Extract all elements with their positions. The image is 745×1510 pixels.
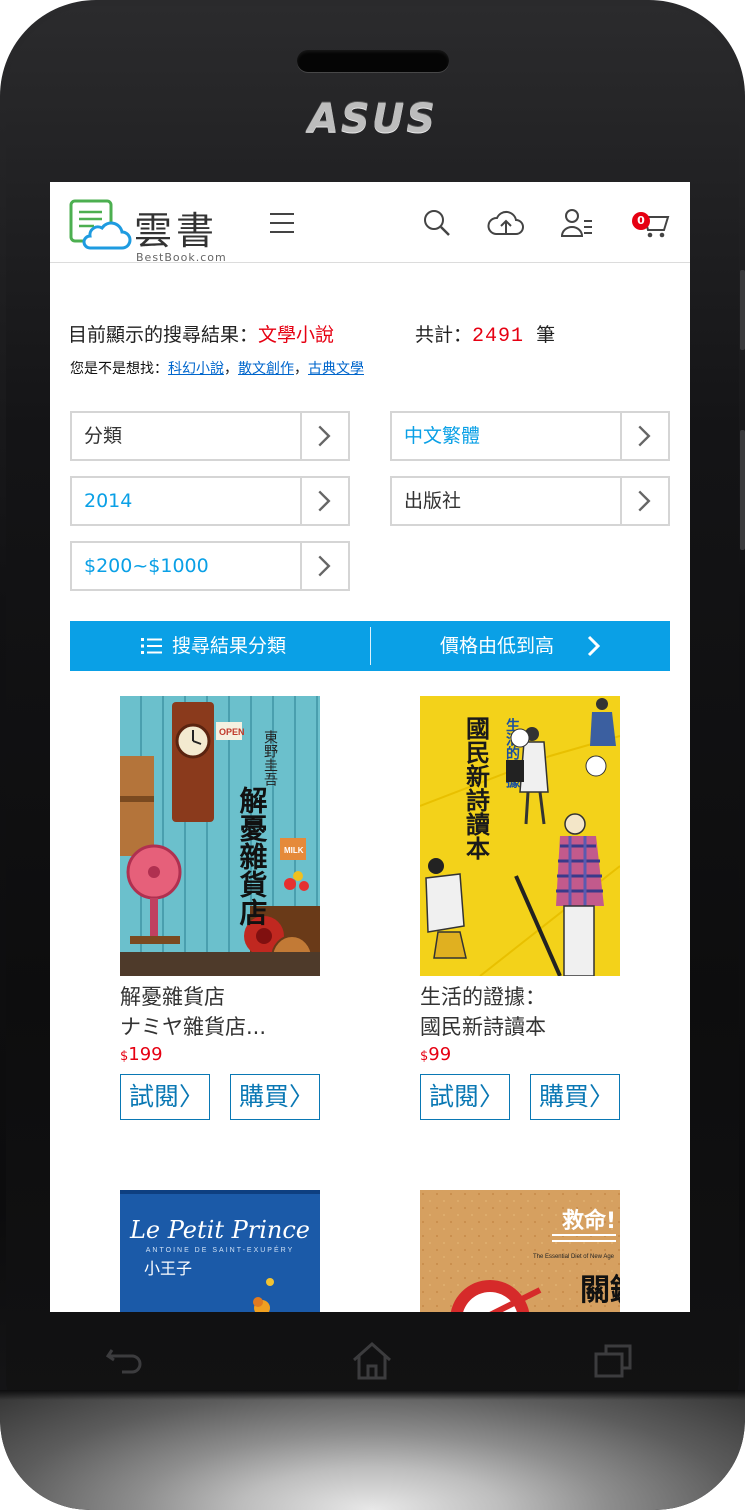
result-total-unit: 筆 (536, 324, 556, 346)
chevron-right-icon (300, 478, 331, 524)
book-title-line: ナミヤ雜貨店... (120, 1015, 267, 1039)
chevron-right-icon (620, 478, 651, 524)
filter-label: 出版社 (404, 490, 462, 512)
book-cover[interactable]: 救命! The Essential Diet of New Age 關鍵 (420, 1190, 620, 1312)
suggest-separator: ， (294, 361, 308, 377)
filter-label: $200~$1000 (84, 555, 209, 577)
did-you-mean: 您是不是想找：科幻小說，散文創作，古典文學 (70, 358, 364, 378)
earpiece-speaker (297, 50, 449, 72)
book-price: $199 (120, 1044, 163, 1065)
suggest-link[interactable]: 科幻小說 (168, 361, 224, 377)
suggest-separator: ， (224, 361, 238, 377)
app-screen: 雲書 BestBook.com 0 目前顯示的搜尋結果：文學小說 共計：2491… (50, 182, 690, 1312)
cover-title: 解憂雜貨店 (236, 786, 269, 927)
divider (370, 627, 371, 665)
member-icon[interactable] (560, 206, 594, 240)
device-brand: ASUS (307, 96, 438, 142)
cart-count-badge: 0 (632, 212, 650, 230)
cover-author: 東野圭吾 (262, 730, 278, 786)
phone-chin (0, 1390, 745, 1510)
filter-label: 中文繁體 (404, 425, 481, 447)
cover-milk-text: MILK (284, 846, 304, 855)
filter-price-range[interactable]: $200~$1000 (70, 541, 350, 591)
result-total-label: 共計： (415, 324, 473, 346)
suggest-link[interactable]: 古典文學 (308, 361, 364, 377)
result-label: 目前顯示的搜尋結果： (68, 324, 259, 346)
filter-language[interactable]: 中文繁體 (390, 411, 670, 461)
cover-title: 小王子 (144, 1259, 192, 1278)
logo-subtext: BestBook.com (136, 251, 227, 264)
price-value: 199 (128, 1044, 163, 1065)
logo-text: 雲書 (134, 209, 219, 253)
search-icon[interactable] (420, 206, 454, 240)
filter-publisher[interactable]: 出版社 (390, 476, 670, 526)
cover-title-latin: Le Petit Prince (129, 1216, 310, 1244)
result-total: 共計：2491 筆 (415, 320, 555, 348)
category-label: 搜尋結果分類 (172, 635, 287, 657)
chevron-right-icon (587, 635, 601, 657)
book-title[interactable]: 解憂雜貨店 ナミヤ雜貨店... (120, 982, 360, 1042)
sort-label: 價格由低到高 (440, 635, 555, 657)
nav-keys (0, 1340, 745, 1384)
cover-author-latin: ANTOINE DE SAINT-EXUPÉRY (146, 1245, 295, 1254)
result-total-count: 2491 (472, 325, 525, 348)
filter-label: 2014 (84, 490, 133, 512)
book-title-line: 解憂雜貨店 (120, 985, 225, 1009)
book-title-line: 國民新詩讀本 (420, 1015, 546, 1039)
home-icon[interactable] (350, 1340, 394, 1384)
preview-button[interactable]: 試閱〉 (120, 1074, 210, 1120)
book-title[interactable]: 生活的證據： 國民新詩讀本 (420, 982, 660, 1042)
filter-year[interactable]: 2014 (70, 476, 350, 526)
back-icon[interactable] (104, 1340, 148, 1384)
book-cloud-logo-icon (69, 199, 132, 250)
search-result-summary: 目前顯示的搜尋結果：文學小說 (68, 320, 334, 347)
filter-category[interactable]: 分類 (70, 411, 350, 461)
cover-sign-text: OPEN (219, 727, 245, 737)
volume-button (740, 270, 745, 350)
sort-order-button[interactable]: 價格由低到高 (440, 621, 610, 671)
menu-icon[interactable] (266, 206, 300, 240)
cloud-upload-icon[interactable] (486, 206, 526, 240)
cover-title: 救命! (562, 1208, 616, 1234)
book-cover-image: OPEN MILK 東野圭吾 解憂雜貨店 (120, 696, 320, 976)
preview-button[interactable]: 試閱〉 (420, 1074, 510, 1120)
cover-title-2: 關鍵 (580, 1273, 620, 1308)
book-title-line: 生活的證據： (420, 985, 546, 1009)
filter-label: 分類 (84, 425, 123, 447)
book-price: $99 (420, 1044, 451, 1065)
price-value: 99 (428, 1044, 452, 1065)
book-cover[interactable]: OPEN MILK 東野圭吾 解憂雜貨店 (120, 696, 320, 976)
chevron-right-icon (300, 543, 331, 589)
book-cover-image: Le Petit Prince ANTOINE DE SAINT-EXUPÉRY… (120, 1190, 320, 1312)
buy-button[interactable]: 購買〉 (530, 1074, 620, 1120)
book-cover[interactable]: 國民新詩讀本 生活的證據 (420, 696, 620, 976)
list-icon (141, 638, 162, 654)
chevron-right-icon (300, 413, 331, 459)
chevron-right-icon (620, 413, 651, 459)
cover-title: 國民新詩讀本 (462, 716, 491, 860)
site-logo[interactable]: 雲書 BestBook.com (68, 198, 228, 264)
book-cover-image: 救命! The Essential Diet of New Age 關鍵 (420, 1190, 620, 1312)
buy-button[interactable]: 購買〉 (230, 1074, 320, 1120)
sort-bar: 搜尋結果分類 價格由低到高 (70, 621, 670, 671)
result-keyword: 文學小說 (258, 324, 335, 346)
cover-subtitle: The Essential Diet of New Age (533, 1254, 615, 1260)
book-cover-image: 國民新詩讀本 生活的證據 (420, 696, 620, 976)
app-header: 雲書 BestBook.com 0 (50, 182, 690, 264)
suggest-label: 您是不是想找： (70, 361, 168, 377)
book-cover[interactable]: Le Petit Prince ANTOINE DE SAINT-EXUPÉRY… (120, 1190, 320, 1312)
power-button (740, 430, 745, 550)
suggest-link[interactable]: 散文創作 (238, 361, 294, 377)
recent-apps-icon[interactable] (592, 1340, 636, 1384)
